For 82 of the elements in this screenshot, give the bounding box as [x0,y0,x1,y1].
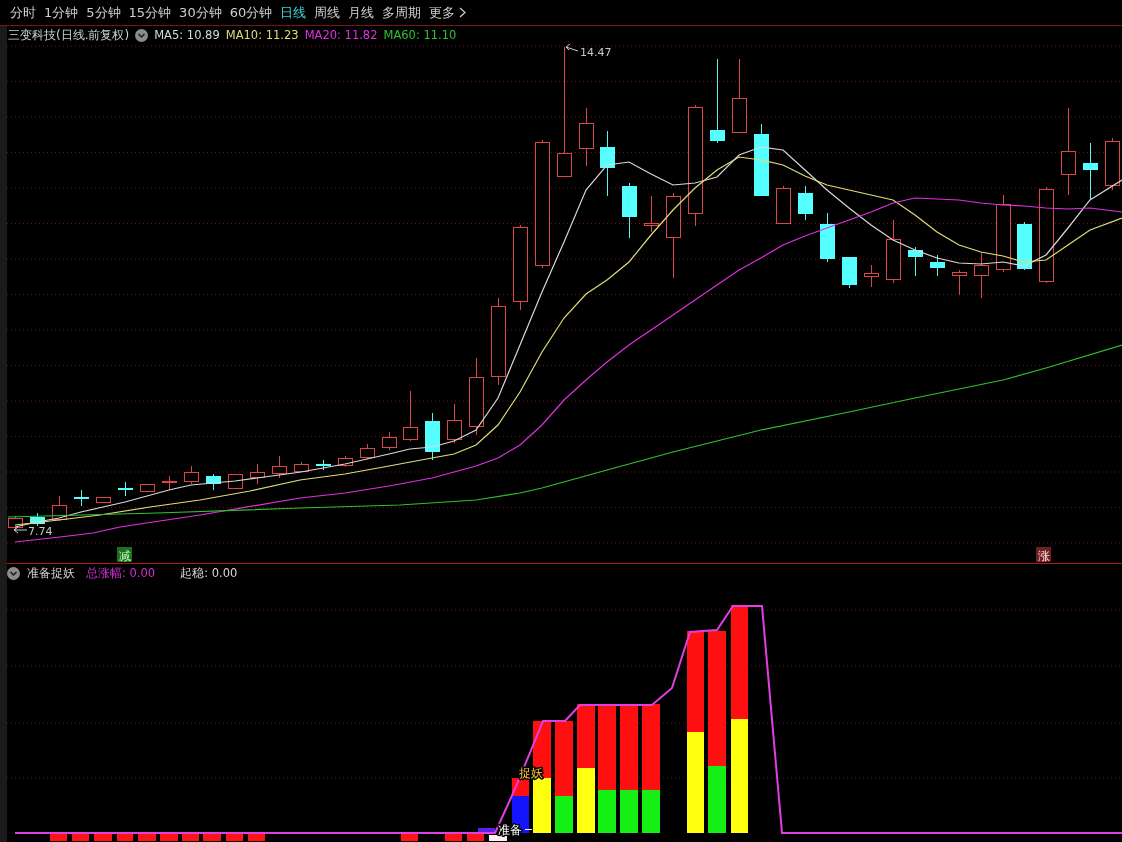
signal-tag: 涨 [1036,547,1051,563]
candlestick [294,461,309,473]
candlestick [74,489,89,507]
bar [72,834,89,841]
bar-segment [533,778,551,833]
candlestick [798,185,813,221]
candlestick [886,219,901,284]
bar [138,834,156,841]
candlestick [30,512,45,527]
candlestick [162,475,177,491]
period-tab[interactable]: 月线 [348,4,375,21]
bar [50,834,67,841]
candlestick [316,459,331,471]
period-tab[interactable]: 5分钟 [86,4,121,21]
low-price-label: 7.74 [28,525,53,538]
candlestick [908,246,923,277]
candlestick [622,182,637,239]
candlestick [842,256,857,289]
bar [248,834,265,841]
period-tab[interactable]: 日线 [280,4,307,21]
candlestick [140,483,155,493]
candlestick [952,269,967,296]
period-tab[interactable]: 60分钟 [229,4,273,21]
chart-title: 三变科技(日线.前复权) [8,26,130,44]
period-tab[interactable]: 30分钟 [179,4,222,21]
candlestick [272,455,287,479]
candlestick [930,254,945,277]
candlestick [864,264,879,288]
more-menu-button[interactable]: 更多 [429,4,467,21]
chevron-down-icon[interactable] [135,28,149,42]
chevron-right-icon [459,7,467,18]
moving-average-label: MA60: 11.10 [383,28,457,42]
candlestick [382,431,397,451]
bar-segment [533,721,551,778]
period-tab[interactable]: 分时 [10,4,36,21]
candlestick [206,473,221,491]
bar-segment [577,768,595,833]
moving-average-label: MA10: 11.23 [225,28,299,42]
moving-average-label: MA20: 11.82 [304,28,378,42]
bar [445,834,462,841]
period-tab[interactable]: 1分钟 [44,4,79,21]
bar [117,834,133,841]
candlestick [228,473,243,490]
bar-segment [577,704,595,768]
bar [489,835,507,841]
period-tab[interactable]: 15分钟 [128,4,172,21]
chevron-down-icon[interactable] [7,567,20,580]
candlestick [425,412,440,461]
indicator-readout: 起稳: 0.00 [180,566,238,581]
leader-arrow [13,526,28,534]
candlestick [118,481,133,497]
candlestick [644,195,659,233]
high-price-label: 14.47 [580,46,612,59]
candlestick [184,465,199,485]
candlestick [338,455,353,468]
bar [94,834,112,841]
candlestick [1083,142,1098,200]
bar [401,834,418,841]
leader-arrow [565,44,579,52]
candlestick [52,495,67,522]
candlestick [250,463,265,485]
candlestick [579,107,594,167]
candlestick [96,496,111,504]
bar [203,834,221,841]
moving-average-label: MA5: 10.89 [154,28,220,42]
candlestick [600,130,615,197]
bar [182,834,199,841]
candlestick [776,185,791,225]
indicator-readout: 总涨幅: 0.00 [86,566,156,581]
period-tab[interactable]: 多周期 [382,4,422,21]
candlestick [447,403,462,444]
indicator-title: 准备捉妖 [27,565,75,582]
candlestick [360,443,375,460]
bar [160,834,178,841]
candlestick [1017,221,1032,271]
bar [226,834,243,841]
candlestick [974,251,989,299]
signal-tag: 减 [117,547,132,563]
period-tab[interactable]: 周线 [314,4,341,21]
candlestick [403,390,418,442]
marker-line [524,829,533,830]
candlestick [820,212,835,263]
